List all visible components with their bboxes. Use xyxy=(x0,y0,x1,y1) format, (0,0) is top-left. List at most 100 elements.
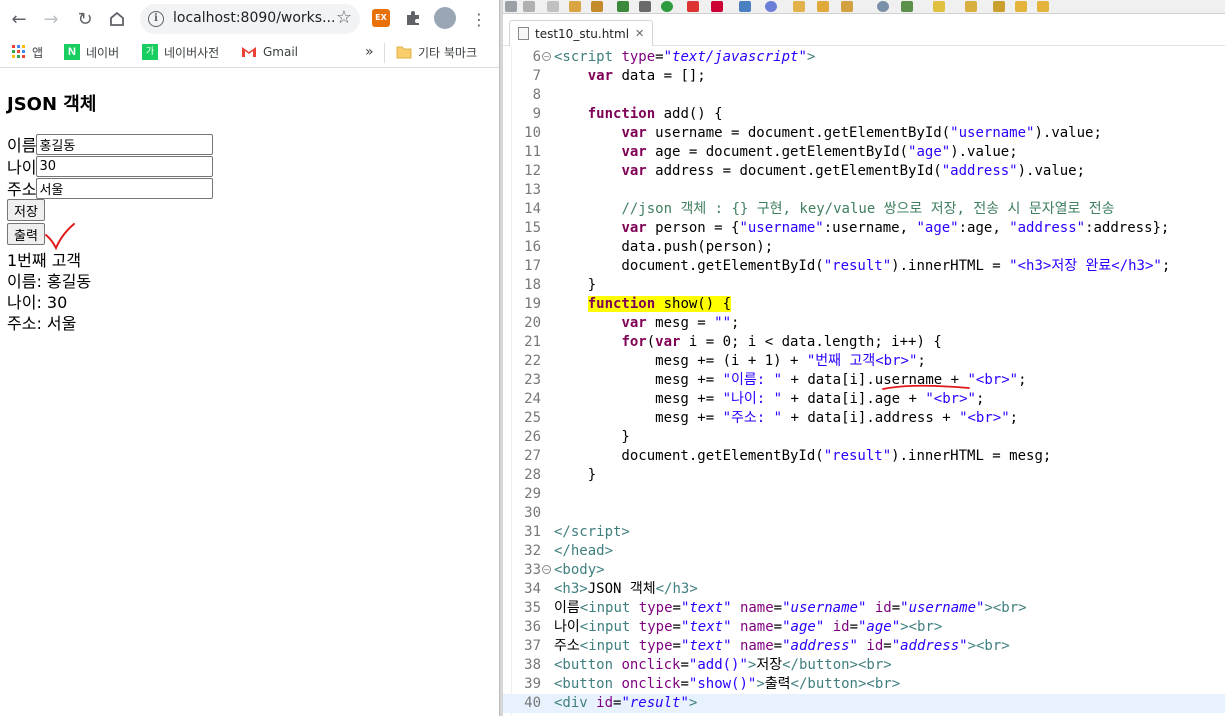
line-number: 27 xyxy=(524,448,541,464)
toolbar-icon[interactable] xyxy=(1015,1,1027,12)
code-line: 12 var address = document.getElementById… xyxy=(503,162,1225,181)
folder-icon xyxy=(396,46,412,59)
toolbar-icon[interactable] xyxy=(1037,1,1049,12)
code-line: 8 xyxy=(503,86,1225,105)
bookmark-star-icon[interactable]: ☆ xyxy=(336,7,352,28)
code-line: 26 } xyxy=(503,428,1225,447)
toolbar-icon[interactable] xyxy=(591,1,603,12)
page-title: JSON 객체 xyxy=(7,94,97,115)
address-input[interactable] xyxy=(36,177,214,199)
tab-title: test10_stu.html xyxy=(535,26,630,41)
bookmark-naver[interactable]: N 네이버 xyxy=(64,42,119,62)
code-line: 17 document.getElementById("result").inn… xyxy=(503,257,1225,276)
toolbar-icon[interactable] xyxy=(993,1,1005,12)
bookmark-apps[interactable]: 앱 xyxy=(12,42,43,62)
line-number: 7 xyxy=(532,68,541,84)
username-input[interactable] xyxy=(36,133,214,155)
more-vertical-icon: ⋮ xyxy=(471,9,487,29)
age-input[interactable] xyxy=(36,155,214,177)
code-line: 33– <body> xyxy=(503,561,1225,580)
code-line: 19 function show() { xyxy=(503,295,1225,314)
toolbar-icon[interactable] xyxy=(639,1,651,12)
toolbar-icon[interactable] xyxy=(711,1,723,12)
profile-avatar[interactable] xyxy=(434,7,456,29)
toolbar-icon[interactable] xyxy=(817,1,829,12)
toolbar-icon[interactable] xyxy=(901,1,913,12)
forward-button[interactable]: → xyxy=(38,6,64,32)
ide-toolbar xyxy=(503,0,1225,14)
code-line: 32 </head> xyxy=(503,542,1225,561)
bookmarks-overflow-button[interactable]: » xyxy=(365,42,374,62)
reload-button[interactable]: ↻ xyxy=(72,6,98,32)
browser-menu-button[interactable]: ⋮ xyxy=(466,6,492,32)
page-content: JSON 객체 이름 나이 주소 저장 출력 1번째 고객 이름: 홍길동 나이… xyxy=(0,70,499,716)
browser-window: ← → ↻ i localhost:8090/works... ☆ EX ⋮ 앱… xyxy=(0,0,499,716)
toolbar-icon[interactable] xyxy=(965,1,977,12)
address-bar[interactable]: i localhost:8090/works... ☆ xyxy=(140,4,360,34)
line-number: 26 xyxy=(524,429,541,445)
highlighted-code: function show() { xyxy=(587,296,732,312)
bookmark-gmail[interactable]: Gmail xyxy=(241,42,298,62)
bookmark-naver-dictionary[interactable]: 가 네이버사전 xyxy=(142,42,219,62)
name-label: 이름 xyxy=(7,136,37,155)
code-line: 20 var mesg = ""; xyxy=(503,314,1225,333)
code-line: 38 <button onclick="add()">저장</button><br… xyxy=(503,656,1225,675)
line-number: 16 xyxy=(524,239,541,255)
code-line: 35 이름<input type="text" name="username" i… xyxy=(503,599,1225,618)
age-row: 나이 xyxy=(7,155,214,177)
fold-toggle-icon[interactable]: – xyxy=(542,565,551,574)
other-bookmarks[interactable]: 기타 북마크 xyxy=(396,42,477,62)
toolbar-icon[interactable] xyxy=(765,1,777,12)
naver-icon: N xyxy=(64,44,80,60)
close-icon[interactable]: ✕ xyxy=(635,27,644,40)
line-number: 40 xyxy=(524,695,541,711)
toolbar-icon[interactable] xyxy=(505,1,517,12)
back-button[interactable]: ← xyxy=(6,6,32,32)
line-number: 21 xyxy=(524,334,541,350)
age-label: 나이 xyxy=(7,158,37,177)
editor-tab-bar: test10_stu.html ✕ xyxy=(503,14,1225,46)
extensions-puzzle-icon[interactable] xyxy=(404,9,422,27)
line-number: 23 xyxy=(524,372,541,388)
home-button[interactable] xyxy=(104,6,130,32)
line-number: 22 xyxy=(524,353,541,369)
bookmarks-divider xyxy=(384,43,385,63)
toolbar-icon[interactable] xyxy=(617,1,629,12)
underline-annotation xyxy=(882,384,970,390)
apps-icon xyxy=(12,45,25,58)
naver-dictionary-icon: 가 xyxy=(142,44,158,60)
line-number: 10 xyxy=(524,125,541,141)
line-number: 19 xyxy=(524,296,541,312)
toolbar-icon[interactable] xyxy=(841,1,853,12)
code-line: 11 var age = document.getElementById("ag… xyxy=(503,143,1225,162)
code-line: 18 } xyxy=(503,276,1225,295)
run-icon[interactable] xyxy=(661,1,673,12)
toolbar-icon[interactable] xyxy=(793,1,805,12)
site-info-icon[interactable]: i xyxy=(148,11,164,27)
toolbar-icon[interactable] xyxy=(547,1,559,12)
code-line: 24 mesg += "나이: " + data[i].age + "<br>"… xyxy=(503,390,1225,409)
code-line: 13 xyxy=(503,181,1225,200)
extension-ex-icon[interactable]: EX xyxy=(372,9,390,27)
fold-toggle-icon[interactable]: – xyxy=(542,52,551,61)
code-line: 34 <h3>JSON 객체</h3> xyxy=(503,580,1225,599)
toolbar-icon[interactable] xyxy=(523,1,535,12)
code-line-current: 40 <div id="result"> xyxy=(503,694,1225,713)
code-line: 27 document.getElementById("result").inn… xyxy=(503,447,1225,466)
toolbar-icon[interactable] xyxy=(569,1,581,12)
show-button[interactable]: 출력 xyxy=(7,223,45,245)
line-number: 9 xyxy=(532,106,541,122)
toolbar-icon[interactable] xyxy=(739,1,751,12)
toolbar-icon[interactable] xyxy=(877,1,889,12)
code-editor[interactable]: 6– <script type="text/javascript"> 7 var … xyxy=(503,46,1225,716)
toolbar-icon[interactable] xyxy=(933,1,945,12)
line-number: 17 xyxy=(524,258,541,274)
name-row: 이름 xyxy=(7,133,214,155)
chevron-double-right-icon: » xyxy=(365,44,374,60)
editor-tab[interactable]: test10_stu.html ✕ xyxy=(509,20,654,46)
address-label: 주소 xyxy=(7,180,37,199)
save-button[interactable]: 저장 xyxy=(7,199,45,221)
toolbar-icon[interactable] xyxy=(687,1,699,12)
bookmark-label: Gmail xyxy=(263,45,299,59)
bookmark-label: 네이버사전 xyxy=(164,45,220,60)
